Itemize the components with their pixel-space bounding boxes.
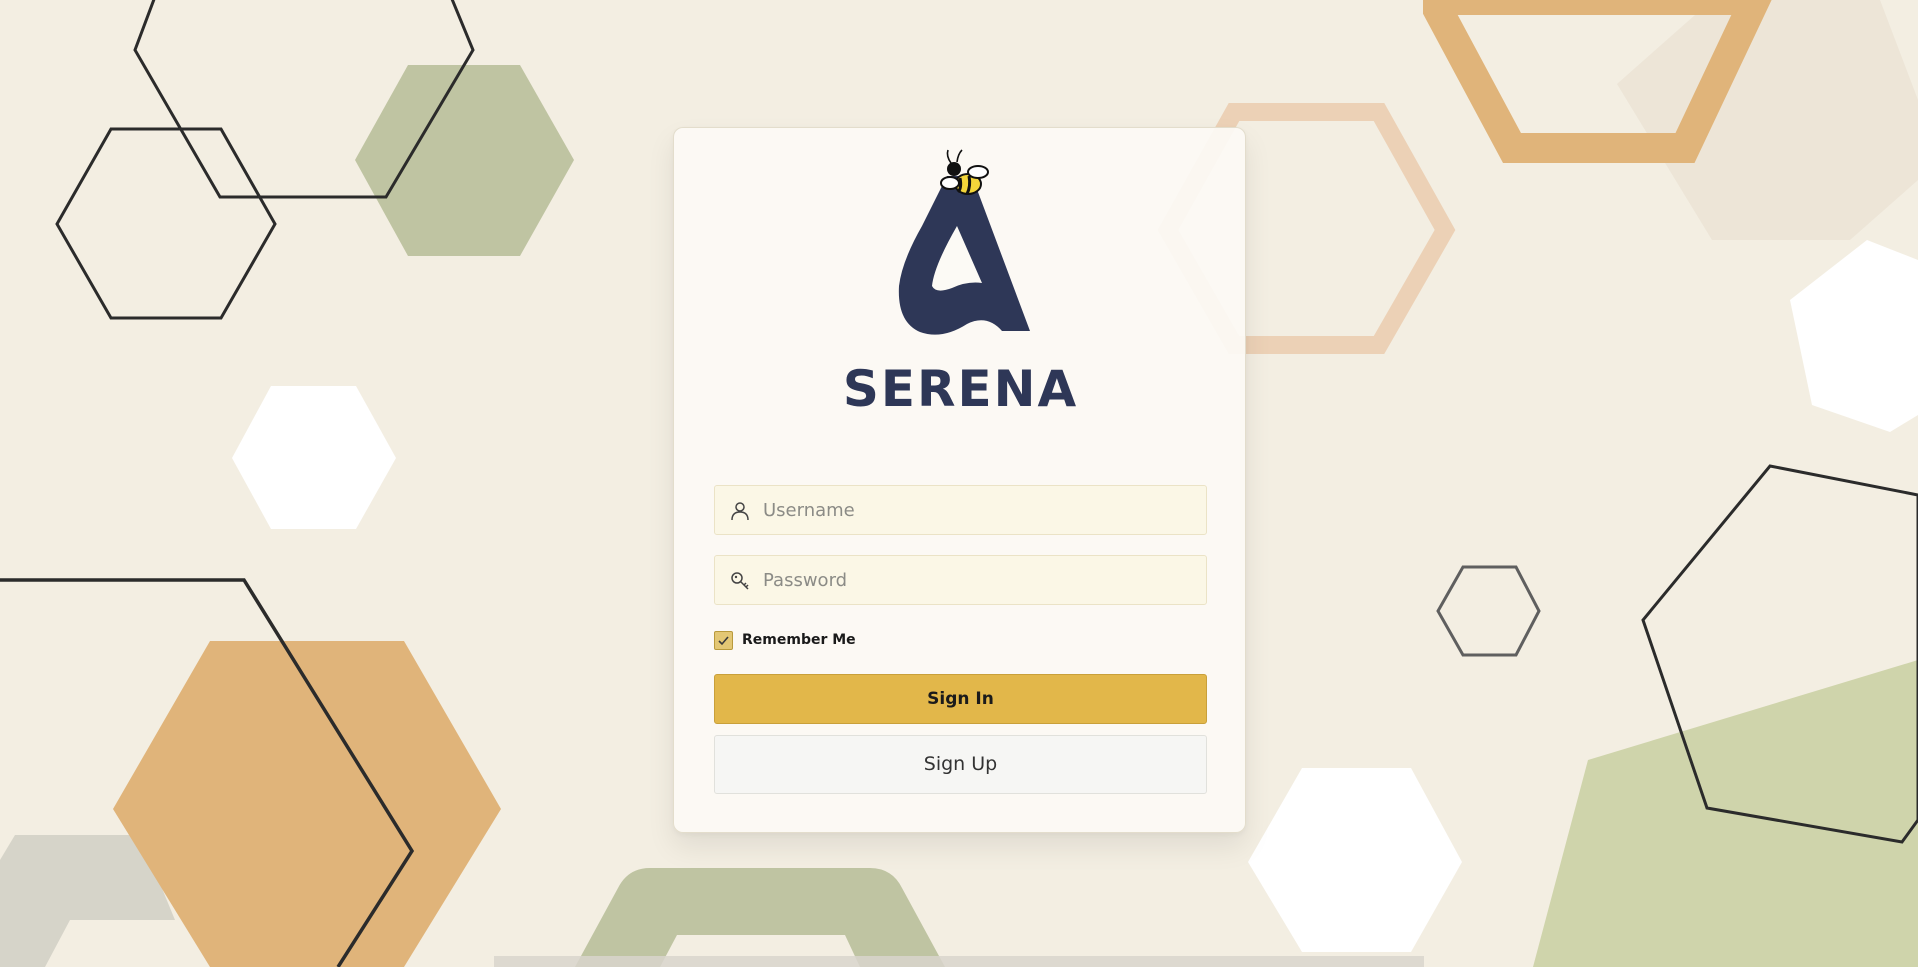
checkmark-icon bbox=[718, 635, 729, 645]
username-input[interactable] bbox=[763, 486, 1193, 534]
key-icon bbox=[731, 572, 749, 590]
remember-me[interactable]: Remember Me bbox=[714, 629, 856, 651]
password-input[interactable] bbox=[763, 556, 1193, 604]
sign-in-button[interactable]: Sign In bbox=[714, 674, 1207, 724]
brand-name: SERENA bbox=[842, 360, 1079, 418]
remember-me-checkbox[interactable] bbox=[714, 630, 733, 650]
username-field[interactable] bbox=[714, 485, 1207, 535]
password-field[interactable] bbox=[714, 555, 1207, 605]
login-card: SERENA Remember Me Sign In Sign Up bbox=[673, 127, 1246, 833]
bottom-strip bbox=[494, 956, 1424, 967]
user-icon bbox=[731, 502, 749, 521]
serena-bee-logo-icon bbox=[898, 149, 1030, 335]
logo bbox=[674, 128, 1247, 335]
remember-me-label: Remember Me bbox=[742, 632, 856, 648]
sign-up-button[interactable]: Sign Up bbox=[714, 735, 1207, 794]
